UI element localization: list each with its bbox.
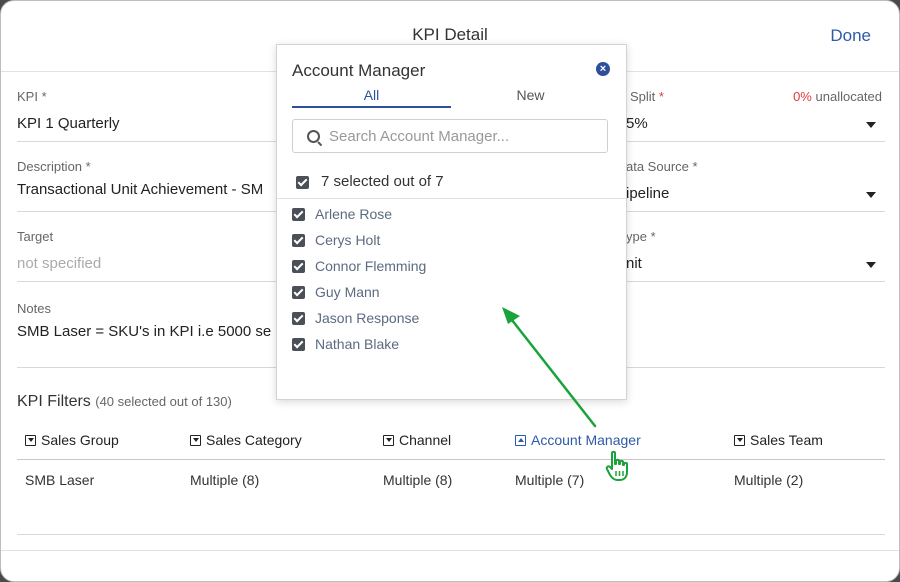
- checkbox[interactable]: [292, 285, 305, 299]
- split-field[interactable]: 5%: [626, 115, 648, 132]
- dropdown-square-icon: [383, 434, 394, 446]
- dropdown-square-icon: [25, 434, 36, 446]
- split-field-underline: [626, 141, 885, 142]
- search-icon: [307, 130, 320, 143]
- list-item[interactable]: Jason Response: [292, 308, 419, 328]
- filter-value-account-manager: Multiple (7): [515, 472, 585, 488]
- list-item[interactable]: Nathan Blake: [292, 334, 399, 354]
- kpi-label: KPI *: [17, 89, 47, 104]
- filter-value-sales-team: Multiple (2): [734, 472, 804, 488]
- selected-summary: 7 selected out of 7: [321, 173, 444, 190]
- filter-column-channel[interactable]: Channel: [383, 432, 451, 448]
- checkbox[interactable]: [292, 233, 305, 247]
- dropdown-square-icon: [734, 434, 745, 446]
- type-field-underline: [626, 281, 885, 282]
- notes-field[interactable]: SMB Laser = SKU's in KPI i.e 5000 se: [17, 323, 271, 340]
- checkbox[interactable]: [292, 311, 305, 325]
- dropdown-square-icon: [190, 434, 201, 446]
- target-field-underline: [17, 281, 287, 282]
- filters-header-divider: [17, 459, 885, 460]
- chevron-down-icon[interactable]: [866, 122, 876, 128]
- filter-column-account-manager[interactable]: Account Manager: [515, 432, 641, 448]
- description-label: Description *: [17, 159, 91, 174]
- filters-bottom-divider: [17, 534, 885, 535]
- checkbox[interactable]: [292, 207, 305, 221]
- unallocated-indicator: 0% unallocated: [793, 89, 882, 104]
- description-field-underline: [17, 211, 287, 212]
- filter-value-sales-category: Multiple (8): [190, 472, 260, 488]
- chevron-down-icon[interactable]: [866, 192, 876, 198]
- filter-column-sales-group[interactable]: Sales Group: [25, 432, 119, 448]
- chevron-down-icon[interactable]: [866, 262, 876, 268]
- search-input[interactable]: Search Account Manager...: [292, 119, 608, 153]
- target-label: Target: [17, 229, 54, 244]
- filter-column-sales-category[interactable]: Sales Category: [190, 432, 302, 448]
- filter-value-channel: Multiple (8): [383, 472, 453, 488]
- tab-new[interactable]: New: [451, 87, 610, 103]
- list-item[interactable]: Cerys Holt: [292, 230, 380, 250]
- checkbox[interactable]: [292, 259, 305, 273]
- collapse-square-icon: [515, 434, 526, 446]
- hand-pointer-icon: [605, 450, 628, 481]
- list-item[interactable]: Connor Flemming: [292, 256, 426, 276]
- type-field[interactable]: nit: [626, 255, 642, 272]
- search-placeholder: Search Account Manager...: [329, 128, 510, 145]
- notes-label: Notes: [17, 301, 51, 316]
- filter-value-sales-group: SMB Laser: [25, 472, 95, 488]
- list-item[interactable]: Guy Mann: [292, 282, 380, 302]
- data-source-field[interactable]: ipeline: [626, 185, 669, 202]
- kpi-field[interactable]: KPI 1 Quarterly: [17, 115, 120, 132]
- target-field[interactable]: not specified: [17, 255, 101, 272]
- data-source-field-underline: [626, 211, 885, 212]
- select-all-checkbox[interactable]: [296, 176, 309, 189]
- popover-divider: [277, 198, 626, 199]
- checkbox[interactable]: [292, 337, 305, 351]
- account-manager-popover: Account Manager × All New Search Account…: [276, 44, 627, 400]
- page-title: KPI Detail: [412, 25, 488, 44]
- tab-all[interactable]: All: [292, 87, 451, 103]
- close-circle-icon[interactable]: ×: [596, 62, 610, 76]
- active-tab-indicator: [292, 106, 451, 108]
- description-field[interactable]: Transactional Unit Achievement - SM: [17, 181, 263, 198]
- kpi-field-underline: [17, 141, 287, 142]
- list-item[interactable]: Arlene Rose: [292, 204, 392, 224]
- done-button[interactable]: Done: [830, 26, 871, 46]
- kpi-detail-modal: KPI Detail Done KPI * KPI 1 Quarterly De…: [0, 0, 900, 582]
- split-label: Split *: [630, 89, 664, 104]
- popover-title: Account Manager: [292, 61, 426, 80]
- kpi-filters-heading: KPI Filters (40 selected out of 130): [17, 393, 232, 410]
- footer-divider: [1, 550, 899, 551]
- data-source-label: ata Source *: [626, 159, 698, 174]
- filter-column-sales-team[interactable]: Sales Team: [734, 432, 823, 448]
- type-label: ype *: [626, 229, 656, 244]
